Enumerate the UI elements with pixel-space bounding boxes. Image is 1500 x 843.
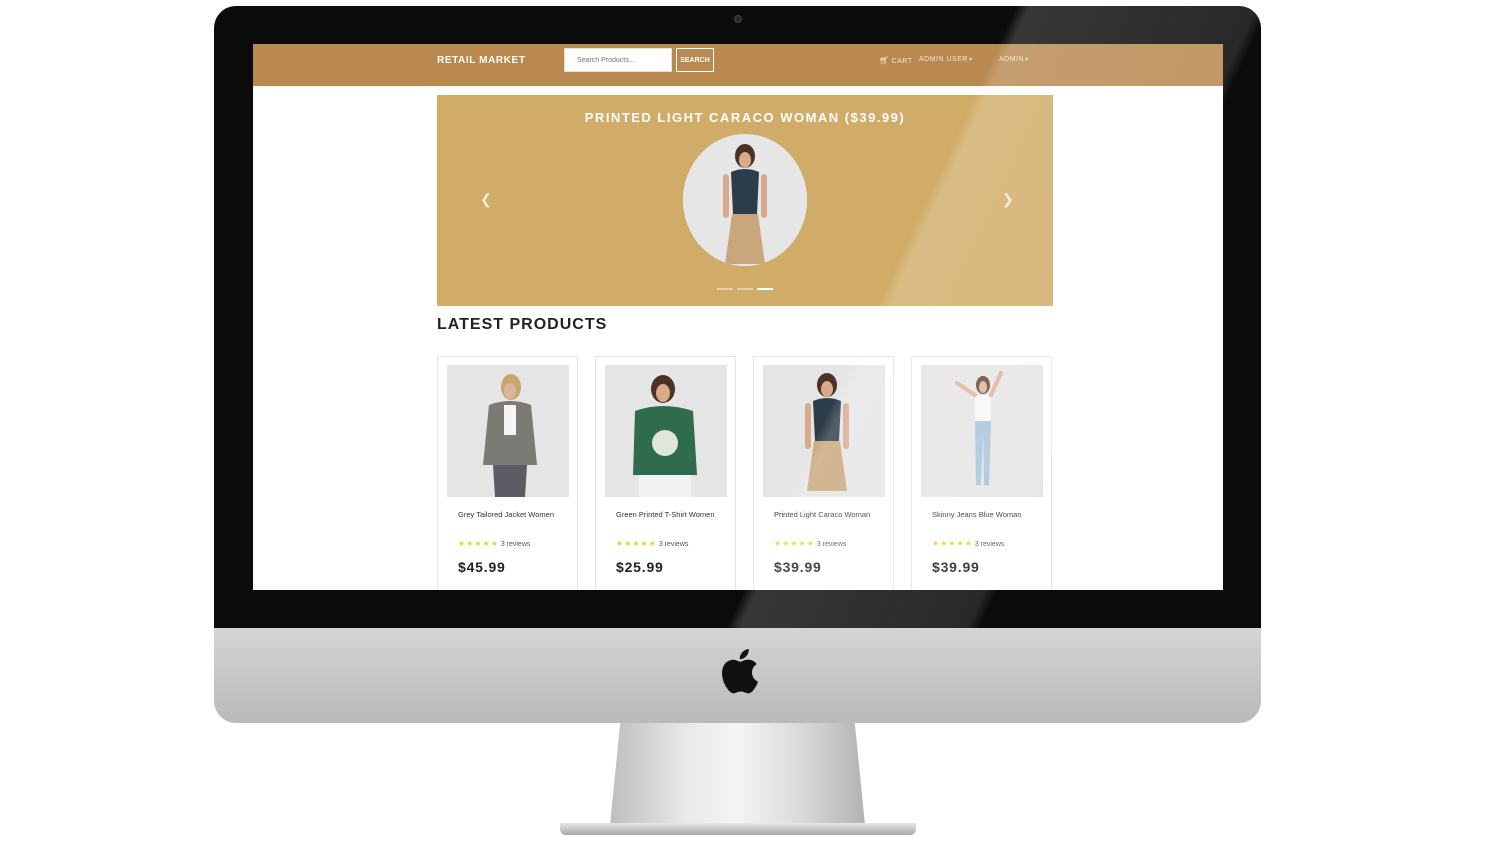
browser-screen: RETAIL MARKET SEARCH 🛒︎CART ADMIN USER▾ … — [253, 44, 1223, 590]
review-count: 3 reviews — [974, 541, 1005, 548]
search-button[interactable]: SEARCH — [676, 48, 714, 72]
cart-link[interactable]: 🛒︎ CART — [879, 56, 913, 65]
review-count: 3 reviews — [500, 541, 531, 548]
carousel-caption[interactable]: PRINTED LIGHT CARACO WOMAN ($39.99) — [437, 110, 1053, 125]
monitor-stand — [610, 723, 865, 825]
admin-label: ADMIN — [999, 56, 1025, 63]
product-image[interactable] — [447, 365, 569, 497]
apple-logo-icon — [722, 649, 758, 694]
product-name[interactable]: Grey Tailored Jacket Women — [458, 509, 568, 520]
product-price: $45.99 — [458, 559, 506, 575]
product-image[interactable] — [921, 365, 1043, 497]
product-name[interactable]: Printed Light Caraco Woman — [774, 509, 884, 520]
product-price: $39.99 — [774, 559, 822, 575]
carousel-indicator-active[interactable] — [757, 288, 773, 290]
admin-user-label: ADMIN USER — [919, 56, 968, 63]
product-card[interactable]: Grey Tailored Jacket Women ★★★★★ 3 revie… — [437, 356, 578, 590]
hero-carousel[interactable]: PRINTED LIGHT CARACO WOMAN ($39.99) ❮ ❯ — [437, 95, 1053, 306]
carousel-product-image[interactable] — [683, 134, 807, 266]
carousel-indicator[interactable] — [737, 288, 753, 290]
cart-icon: 🛒︎ — [879, 56, 890, 65]
product-rating: ★★★★★ 3 reviews — [774, 539, 846, 548]
product-rating: ★★★★★ 3 reviews — [458, 539, 530, 548]
product-card[interactable]: Printed Light Caraco Woman ★★★★★ 3 revie… — [753, 356, 894, 590]
product-rating: ★★★★★ 3 reviews — [616, 539, 688, 548]
caret-down-icon: ▾ — [968, 57, 973, 63]
star-rating-icon: ★★★★★ — [774, 539, 815, 548]
monitor-base — [560, 823, 916, 835]
product-card[interactable]: Skinny Jeans Blue Woman ★★★★★ 3 reviews … — [911, 356, 1052, 590]
star-rating-icon: ★★★★★ — [932, 539, 973, 548]
carousel-indicator[interactable] — [717, 288, 733, 290]
search-input[interactable] — [564, 48, 672, 72]
chevron-left-icon[interactable]: ❮ — [480, 191, 492, 208]
product-price: $39.99 — [932, 559, 980, 575]
admin-user-dropdown[interactable]: ADMIN USER▾ — [919, 56, 972, 63]
review-count: 3 reviews — [816, 541, 847, 548]
star-rating-icon: ★★★★★ — [458, 539, 499, 548]
navbar: RETAIL MARKET SEARCH 🛒︎CART ADMIN USER▾ … — [253, 44, 1223, 86]
product-price: $25.99 — [616, 559, 664, 575]
product-name[interactable]: Green Printed T-Shirt Women — [616, 509, 726, 520]
cart-label: CART — [891, 58, 913, 65]
section-title: LATEST PRODUCTS — [437, 316, 608, 333]
admin-dropdown[interactable]: ADMIN▾ — [999, 56, 1029, 63]
product-image[interactable] — [605, 365, 727, 497]
camera-icon — [734, 15, 742, 23]
star-rating-icon: ★★★★★ — [616, 539, 657, 548]
brand-logo[interactable]: RETAIL MARKET — [437, 55, 526, 66]
product-card[interactable]: Green Printed T-Shirt Women ★★★★★ 3 revi… — [595, 356, 736, 590]
review-count: 3 reviews — [658, 541, 689, 548]
product-rating: ★★★★★ 3 reviews — [932, 539, 1004, 548]
imac-mockup: RETAIL MARKET SEARCH 🛒︎CART ADMIN USER▾ … — [0, 0, 1500, 843]
product-name[interactable]: Skinny Jeans Blue Woman — [932, 509, 1042, 520]
chevron-right-icon[interactable]: ❯ — [1002, 191, 1014, 208]
product-image[interactable] — [763, 365, 885, 497]
caret-down-icon: ▾ — [1025, 57, 1029, 63]
carousel-indicators — [717, 288, 773, 290]
